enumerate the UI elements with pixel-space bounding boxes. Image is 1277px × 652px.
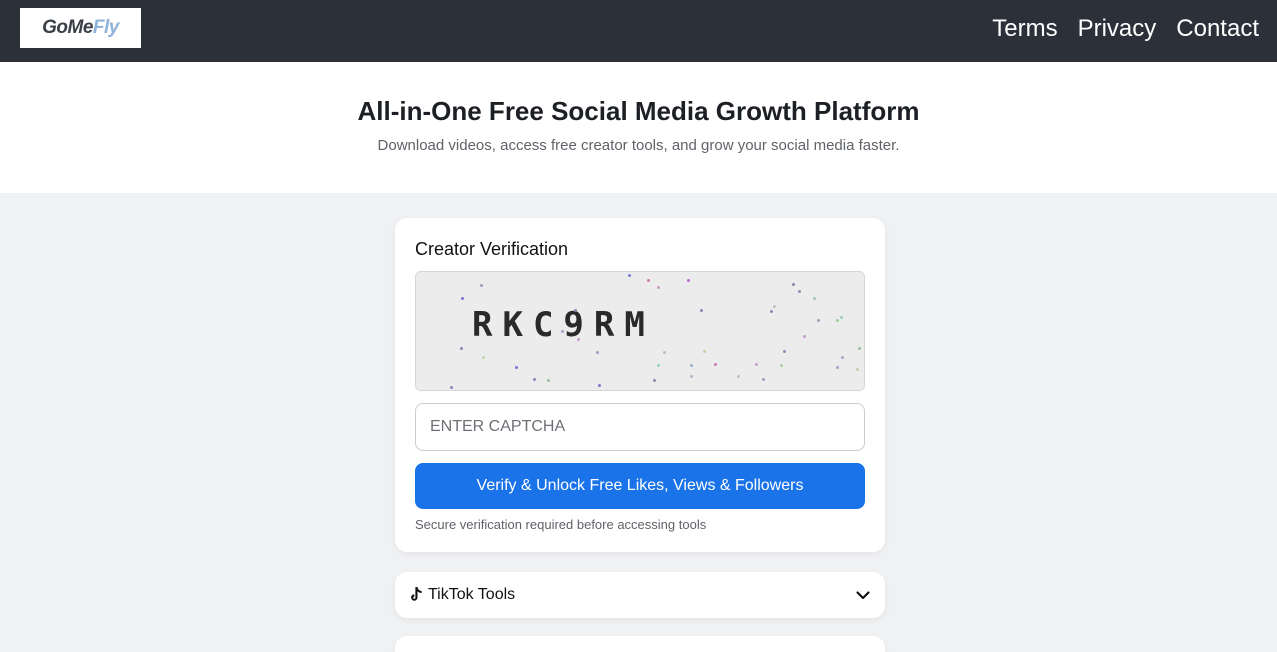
noise-dot xyxy=(770,310,773,313)
noise-dot xyxy=(780,364,783,367)
noise-dot xyxy=(647,279,650,282)
noise-dot xyxy=(703,350,706,353)
header-nav: Terms Privacy Contact xyxy=(992,15,1259,43)
noise-dot xyxy=(798,290,801,293)
noise-dot xyxy=(700,309,703,312)
noise-dot xyxy=(792,283,795,286)
tiktok-icon xyxy=(411,587,422,601)
noise-dot xyxy=(628,274,631,277)
captcha-image: RKC9RM xyxy=(415,271,865,391)
nav-link-privacy[interactable]: Privacy xyxy=(1078,15,1157,43)
noise-dot xyxy=(783,350,786,353)
nav-link-contact[interactable]: Contact xyxy=(1176,15,1259,43)
noise-dot xyxy=(598,384,601,387)
tiktok-tools-accordion[interactable]: TikTok Tools xyxy=(395,572,885,618)
tiktok-tools-header[interactable]: TikTok Tools xyxy=(408,572,871,618)
noise-dot xyxy=(547,379,550,382)
tiktok-tools-label: TikTok Tools xyxy=(428,586,516,603)
noise-dot xyxy=(460,347,463,350)
hero-section: All-in-One Free Social Media Growth Plat… xyxy=(0,62,1277,193)
noise-dot xyxy=(755,363,758,366)
noise-dot xyxy=(690,364,693,367)
verify-unlock-button[interactable]: Verify & Unlock Free Likes, Views & Foll… xyxy=(415,463,865,509)
noise-dot xyxy=(663,351,666,354)
noise-dot xyxy=(762,378,765,381)
noise-dot xyxy=(577,338,580,341)
noise-dot xyxy=(657,286,660,289)
page-title: All-in-One Free Social Media Growth Plat… xyxy=(357,96,920,126)
noise-dot xyxy=(773,305,776,308)
logo-text: GoMeFly xyxy=(42,17,119,39)
verification-card: Creator Verification RKC9RM ENTER CAPTCH… xyxy=(395,218,885,552)
noise-dot xyxy=(480,284,483,287)
noise-dot xyxy=(653,379,656,382)
noise-dot xyxy=(482,356,485,359)
verification-title: Creator Verification xyxy=(415,239,569,259)
noise-dot xyxy=(856,368,859,371)
noise-dot xyxy=(836,366,839,369)
page-subtitle: Download videos, access free creator too… xyxy=(377,137,900,154)
noise-dot xyxy=(574,309,577,312)
captcha-code: RKC9RM xyxy=(472,305,655,345)
noise-dot xyxy=(840,316,843,319)
brand-logo[interactable]: GoMeFly xyxy=(20,8,141,48)
next-tools-accordion[interactable] xyxy=(395,636,885,652)
noise-dot xyxy=(657,364,660,367)
noise-dot xyxy=(858,347,861,350)
noise-dot xyxy=(813,297,816,300)
logo-text-accent: Fly xyxy=(92,17,119,38)
noise-dot xyxy=(515,366,518,369)
noise-dot xyxy=(714,363,717,366)
noise-dot xyxy=(687,279,690,282)
captcha-input[interactable] xyxy=(415,403,865,451)
noise-dot xyxy=(450,386,453,389)
noise-dot xyxy=(533,378,536,381)
noise-dot xyxy=(817,319,820,322)
chevron-down-icon[interactable] xyxy=(855,587,871,603)
noise-dot xyxy=(461,297,464,300)
nav-link-terms[interactable]: Terms xyxy=(992,15,1057,43)
noise-dot xyxy=(690,375,693,378)
noise-dot xyxy=(596,351,599,354)
noise-dot xyxy=(836,319,839,322)
noise-dot xyxy=(737,375,740,378)
verification-note: Secure verification required before acce… xyxy=(415,517,707,532)
logo-text-main: GoMe xyxy=(42,17,93,38)
noise-dot xyxy=(561,330,564,333)
top-navbar: GoMeFly Terms Privacy Contact xyxy=(0,0,1277,62)
noise-dot xyxy=(803,335,806,338)
noise-dot xyxy=(841,356,844,359)
